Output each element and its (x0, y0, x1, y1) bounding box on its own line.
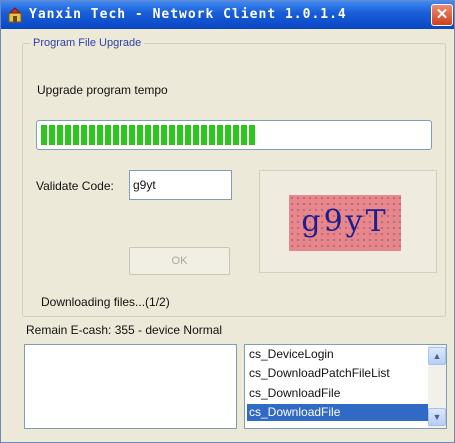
remain-ecash-status: Remain E-cash: 355 - device Normal (26, 323, 223, 337)
close-icon: ✕ (435, 6, 449, 23)
app-window: Yanxin Tech - Network Client 1.0.1.4 ✕ P… (0, 0, 455, 443)
message-box[interactable] (24, 344, 237, 429)
captcha-image[interactable]: g9yT (289, 195, 401, 251)
validate-code-input[interactable] (129, 170, 232, 200)
validate-code-label: Validate Code: (36, 179, 114, 193)
ok-button[interactable]: OK (129, 247, 230, 275)
list-item[interactable]: cs_DownloadFile (247, 385, 429, 402)
list-item[interactable]: cs_DeviceLogin (247, 346, 429, 363)
upgrade-group-legend: Program File Upgrade (33, 37, 142, 49)
upgrade-progress-bar (36, 120, 432, 150)
log-listbox[interactable]: cs_DeviceLogin cs_DownloadPatchFileList … (244, 344, 447, 429)
captcha-text: g9yT (301, 204, 389, 239)
title-bar[interactable]: Yanxin Tech - Network Client 1.0.1.4 ✕ (1, 1, 454, 29)
list-item[interactable]: cs_DownloadFile (247, 404, 429, 421)
listbox-scrollbar[interactable]: ▲ ▼ (428, 345, 446, 428)
progress-fill (41, 125, 257, 145)
window-title: Yanxin Tech - Network Client 1.0.1.4 (29, 7, 347, 22)
list-item[interactable]: cs_DownloadPatchFileList (247, 365, 429, 382)
chevron-up-icon[interactable]: ▲ (428, 347, 446, 365)
download-status: Downloading files...(1/2) (41, 295, 170, 309)
app-icon (8, 7, 22, 23)
upgrade-tempo-label: Upgrade program tempo (37, 83, 168, 97)
close-button[interactable]: ✕ (431, 4, 453, 26)
chevron-down-icon[interactable]: ▼ (428, 408, 446, 426)
